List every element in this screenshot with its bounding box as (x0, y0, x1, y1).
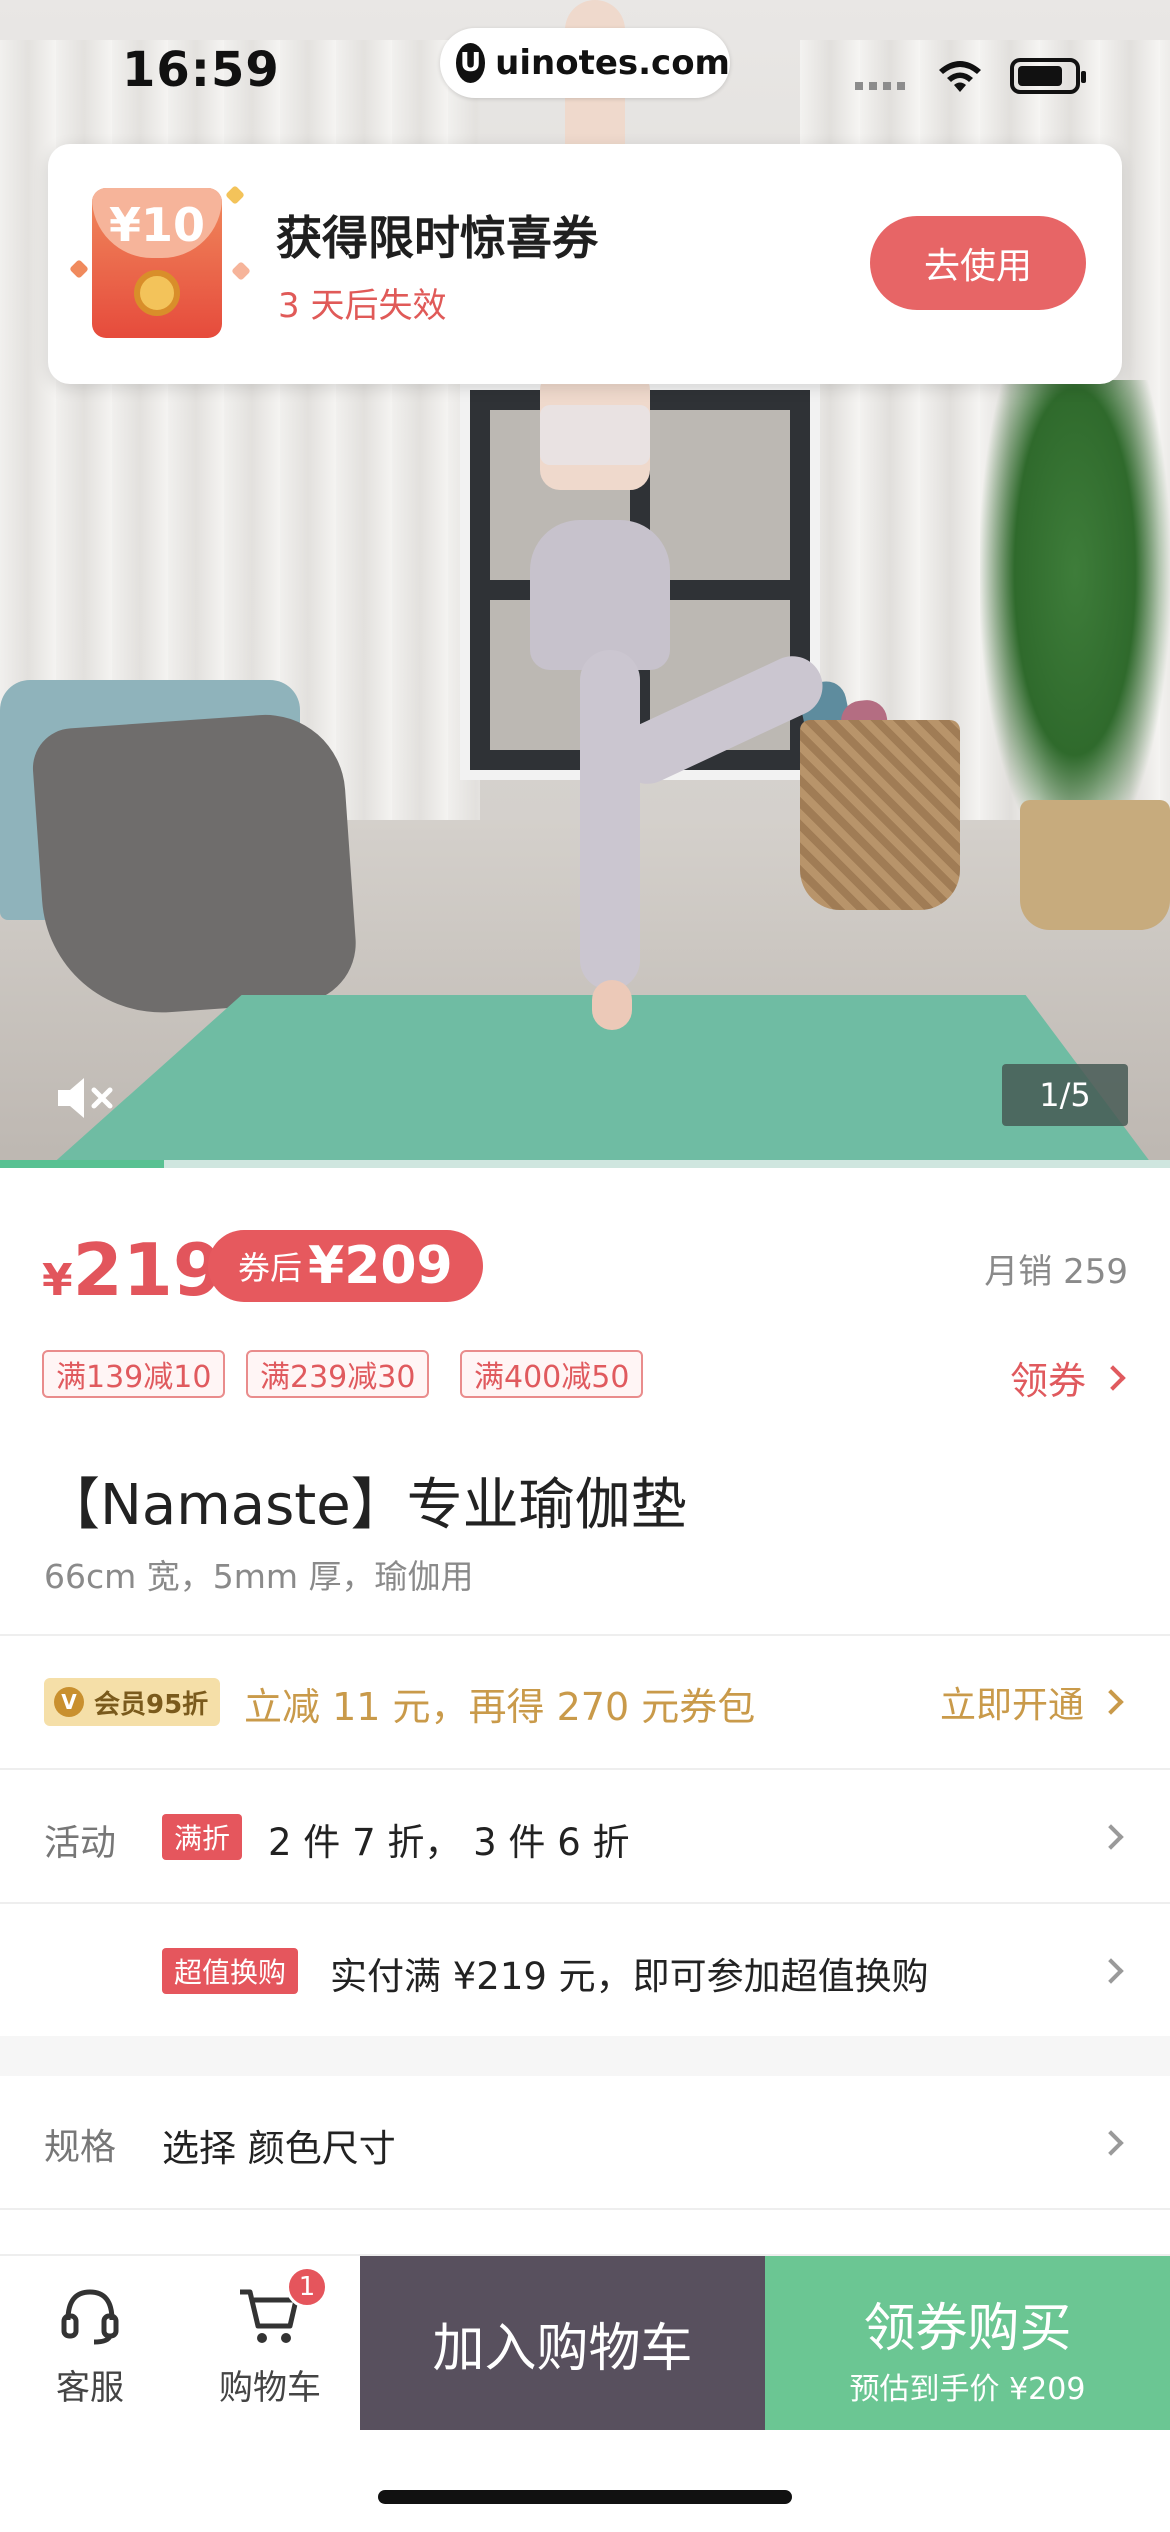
price-currency: ¥ (42, 1255, 73, 1306)
coupon-amount: ¥10 (108, 198, 206, 252)
photo-plant-pot (1020, 800, 1170, 930)
spec-row[interactable]: 规格 选择 颜色尺寸 (0, 2076, 1170, 2210)
home-indicator (378, 2490, 792, 2504)
member-badge: V 会员95折 (44, 1678, 221, 1726)
customer-service-label: 客服 (56, 2368, 124, 2408)
photo-plant (980, 380, 1170, 860)
photo-blanket (30, 709, 360, 1021)
monthly-sales: 月销 259 (984, 1252, 1128, 1292)
chevron-right-icon (1098, 1824, 1124, 1850)
activity-tag: 满折 (162, 1814, 243, 1860)
sparkle-icon (231, 261, 251, 281)
get-coupon-label: 领券 (1009, 1359, 1086, 1403)
sparkle-icon (225, 185, 245, 205)
chevron-right-icon (1098, 1689, 1124, 1715)
coupon-tag[interactable]: 满400减50 (460, 1350, 644, 1398)
wifi-icon (939, 61, 981, 92)
product-subtitle: 66cm 宽，5mm 厚，瑜伽用 (44, 1557, 474, 1596)
use-coupon-button[interactable]: 去使用 (870, 216, 1086, 310)
product-title: 【Namaste】专业瑜伽垫 (44, 1473, 687, 1538)
status-bar: 16:59 U uinotes.com (0, 0, 1170, 140)
coupon-buy-button[interactable]: 领券购买 预估到手价 ¥209 (765, 2256, 1170, 2430)
cart-label: 购物车 (219, 2368, 321, 2408)
spec-text: 选择 颜色尺寸 (162, 2127, 396, 2170)
exchange-text: 实付满 ¥219 元，即可参加超值换购 (330, 1955, 929, 1998)
sparkle-icon (69, 259, 89, 279)
chevron-right-icon (1098, 1958, 1124, 1984)
url-pill: U uinotes.com (440, 28, 730, 98)
coupon-title: 获得限时惊喜券 (276, 211, 598, 265)
coupon-popup[interactable]: ¥10 获得限时惊喜券 3 天后失效 去使用 (48, 144, 1122, 384)
activity-row[interactable]: 活动 满折 2 件 7 折， 3 件 6 折 (0, 1768, 1170, 1902)
headset-icon (61, 2289, 119, 2345)
price: ¥219 (42, 1228, 223, 1312)
after-coupon-value: ¥209 (308, 1236, 453, 1296)
after-coupon-label: 券后 (238, 1249, 303, 1287)
url-text: uinotes.com (495, 43, 730, 83)
member-row[interactable]: V 会员95折 立减 11 元，再得 270 元券包 立即开通 (0, 1634, 1170, 1768)
after-coupon-price: 券后 ¥209 (208, 1230, 483, 1302)
cart-badge: 1 (286, 2266, 328, 2308)
activity-label: 活动 (44, 1823, 117, 1864)
status-time: 16:59 (122, 42, 280, 98)
photo-basket (800, 720, 960, 910)
mute-icon[interactable] (54, 1074, 120, 1122)
battery-icon (1010, 58, 1086, 94)
coupon-tag[interactable]: 满239减30 (246, 1350, 430, 1398)
bottom-action-bar: 客服 1 购物车 加入购物车 领券购买 预估到手价 ¥209 (0, 2254, 1170, 2430)
chevron-right-icon (1100, 1364, 1126, 1391)
estimated-price: 预估到手价 ¥209 (849, 2372, 1086, 2407)
spec-label: 规格 (44, 2127, 117, 2168)
exchange-row[interactable]: 超值换购 实付满 ¥219 元，即可参加超值换购 (0, 1902, 1170, 2036)
coupon-buy-label: 领券购买 (863, 2299, 1072, 2359)
video-progress-track (0, 1160, 1170, 1168)
coupon-tag[interactable]: 满139减10 (42, 1350, 226, 1398)
member-open-label: 立即开通 (939, 1685, 1084, 1726)
coupon-expiry: 3 天后失效 (278, 286, 447, 326)
vip-icon: V (54, 1687, 84, 1717)
media-page-indicator: 1/5 (1002, 1064, 1128, 1126)
exchange-tag: 超值换购 (162, 1948, 299, 1994)
member-badge-label: 会员95折 (94, 1689, 209, 1720)
red-envelope-icon: ¥10 (92, 188, 222, 338)
chevron-right-icon (1098, 2130, 1124, 2156)
member-open-link[interactable]: 立即开通 (939, 1676, 1124, 1728)
member-offer-text: 立减 11 元，再得 270 元券包 (244, 1685, 756, 1729)
cart-button[interactable]: 1 购物车 (180, 2256, 360, 2430)
price-value: 219 (72, 1228, 223, 1312)
get-coupon-link[interactable]: 领券 (1009, 1350, 1126, 1405)
uinotes-logo-icon: U (456, 43, 486, 83)
signal-icon (855, 82, 905, 90)
customer-service-button[interactable]: 客服 (0, 2256, 180, 2430)
photo-person (520, 0, 833, 1070)
video-progress-fill (0, 1160, 164, 1168)
section-divider (0, 2036, 1170, 2076)
add-to-cart-button[interactable]: 加入购物车 (360, 2256, 765, 2430)
activity-text: 2 件 7 折， 3 件 6 折 (268, 1821, 630, 1864)
